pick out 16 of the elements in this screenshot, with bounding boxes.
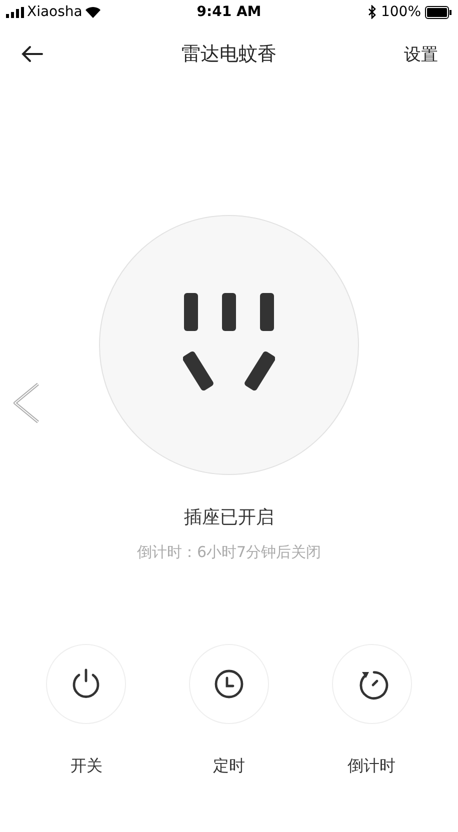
action-label: 定时 — [212, 756, 245, 777]
carrier-name: Xiaosha — [27, 4, 82, 20]
bluetooth-icon — [368, 5, 377, 19]
battery-percent: 100% — [380, 4, 421, 20]
settings-button[interactable]: 设置 — [400, 38, 442, 70]
signal-icon — [6, 6, 24, 18]
clock-time: 9:41 AM — [196, 4, 262, 20]
battery-icon — [425, 6, 452, 18]
countdown-text: 倒计时：6小时7分钟后关闭 — [136, 543, 322, 562]
action-label: 倒计时 — [348, 756, 396, 777]
status-text: 插座已开启 — [184, 506, 274, 529]
back-arrow-icon — [20, 45, 44, 63]
action-label: 开关 — [70, 756, 102, 777]
wifi-icon — [85, 6, 102, 18]
clock-icon — [212, 668, 245, 700]
page-title: 雷达电蚊香 — [180, 42, 278, 67]
